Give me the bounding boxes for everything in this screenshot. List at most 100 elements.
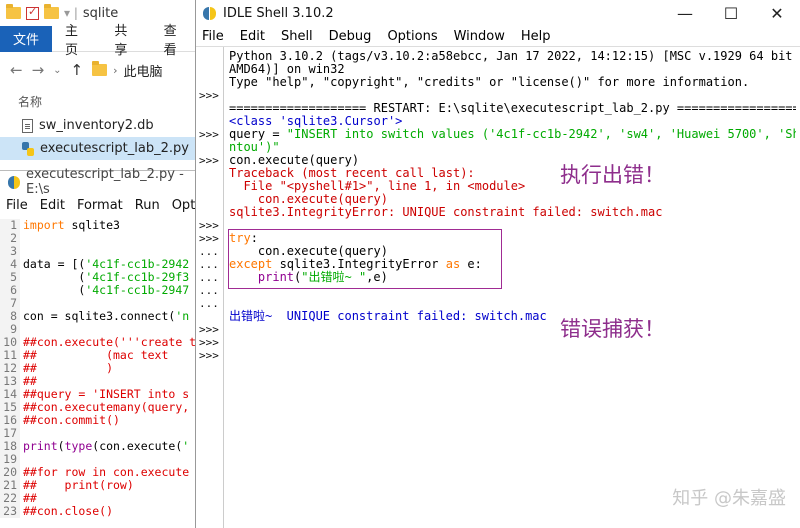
code-token: ' <box>182 439 190 453</box>
annotation-caught: 错误捕获！ <box>560 317 665 341</box>
editor-menu-file[interactable]: File <box>6 198 28 213</box>
shell-prompt: >>> <box>199 128 219 141</box>
code-token: ## (mac text <box>23 348 176 362</box>
prompt-gutter: >>> >>> >>> >>> >>>............... >>> >>> >>> <box>196 47 224 528</box>
folder-icon <box>6 4 21 19</box>
output-token: sqlite3.IntegrityError: UNIQUE constrain… <box>229 205 663 219</box>
code-token: con = sqlite3.connect( <box>23 309 176 323</box>
code-line[interactable]: 23 ##con.close() <box>0 505 198 518</box>
code-token: print <box>23 439 58 453</box>
annotation-error: 执行出错！ <box>560 163 665 187</box>
file-item[interactable]: executescript_lab_2.py <box>0 137 200 160</box>
code-line[interactable]: 1 import sqlite3 <box>0 219 198 232</box>
shell-menu-file[interactable]: File <box>202 29 224 44</box>
code-token: 'n <box>175 309 190 323</box>
editor-titlebar: executescript_lab_2.py - E:\s <box>0 167 198 197</box>
code-token: type <box>64 439 93 453</box>
ribbon-tab-share[interactable]: 共享 <box>101 20 150 58</box>
explorer-ribbon: 文件 主页 共享 查看 <box>0 24 200 58</box>
code-token: data = [( <box>23 257 86 271</box>
file-item[interactable]: sw_inventory2.db <box>0 114 200 137</box>
shell-title: IDLE Shell 3.10.2 <box>223 5 334 21</box>
code-token: ## <box>23 374 37 388</box>
code-token: '4c1f-cc1b-2947 <box>85 283 190 297</box>
code-token: '4c1f-cc1b-2942 <box>85 257 190 271</box>
shell-prompt: >>> <box>199 219 219 232</box>
code-token: ##for row in con.execute <box>23 465 190 479</box>
code-line[interactable]: 8 con = sqlite3.connect('n <box>0 310 198 323</box>
code-line[interactable]: 6 ('4c1f-cc1b-2947 <box>0 284 198 297</box>
shell-menu-shell[interactable]: Shell <box>281 29 313 44</box>
code-line[interactable]: 16 ##con.commit() <box>0 414 198 427</box>
shell-menubar: File Edit Shell Debug Options Window Hel… <box>196 26 800 46</box>
output-token: ntou')" <box>229 140 280 154</box>
address-bar[interactable]: › 此电脑 <box>92 61 163 80</box>
address-folder-icon <box>92 61 108 76</box>
shell-prompt: >>> <box>199 349 219 362</box>
shell-menu-window[interactable]: Window <box>454 29 505 44</box>
minimize-icon[interactable]: — <box>662 0 708 26</box>
code-token: ## <box>23 491 37 505</box>
idle-editor-window: executescript_lab_2.py - E:\s File Edit … <box>0 167 198 528</box>
python-feather-icon <box>8 175 21 189</box>
shell-prompt: ... <box>199 245 219 258</box>
output-token: con.execute(query) <box>229 192 388 206</box>
line-code: con = sqlite3.connect('n <box>20 310 189 323</box>
address-chevron-icon: › <box>113 63 118 77</box>
shell-prompt: >>> <box>199 336 219 349</box>
code-token: sqlite3 <box>64 219 120 232</box>
shell-prompt: >>> <box>199 232 219 245</box>
column-header-name[interactable]: 名称 <box>0 88 200 114</box>
editor-menu-format[interactable]: Format <box>77 198 123 213</box>
close-icon[interactable]: ✕ <box>754 0 800 26</box>
editor-menu-edit[interactable]: Edit <box>40 198 65 213</box>
shell-menu-edit[interactable]: Edit <box>240 29 265 44</box>
output-token: query = <box>229 127 287 141</box>
code-line[interactable]: 18 print(type(con.execute(' <box>0 440 198 453</box>
shell-prompt: >>> <box>199 154 219 167</box>
code-line[interactable]: 2 <box>0 232 198 245</box>
shell-output[interactable]: Python 3.10.2 (tags/v3.10.2:a58ebcc, Jan… <box>229 50 796 528</box>
maximize-icon[interactable]: ☐ <box>708 0 754 26</box>
code-token: ( <box>23 283 86 297</box>
new-folder-icon[interactable] <box>44 4 59 19</box>
code-token: (con.execute( <box>92 439 183 453</box>
shell-menu-options[interactable]: Options <box>387 29 437 44</box>
line-number: 23 <box>0 505 20 518</box>
up-arrow-icon[interactable]: ↑ <box>71 61 84 79</box>
back-arrow-icon[interactable]: ← <box>10 61 23 79</box>
file-name: executescript_lab_2.py <box>40 141 189 156</box>
address-text: 此电脑 <box>123 64 163 80</box>
python-file-icon <box>22 141 34 156</box>
code-token: ##query = 'INSERT into s <box>23 387 190 401</box>
line-code: ##con.close() <box>20 505 113 518</box>
code-token: ##con.executemany(query, <box>23 400 190 414</box>
output-token: Type "help", "copyright", "credits" or "… <box>229 75 750 89</box>
shell-prompt: ... <box>199 271 219 284</box>
ribbon-file-tab[interactable]: 文件 <box>0 25 53 52</box>
ribbon-tab-home[interactable]: 主页 <box>52 20 101 58</box>
shell-prompt: ... <box>199 297 219 310</box>
quick-access-dropdown-icon[interactable]: ▾ | <box>64 6 78 20</box>
shell-menu-help[interactable]: Help <box>521 29 551 44</box>
editor-menu-run[interactable]: Run <box>135 198 160 213</box>
output-token: con.execute(query) <box>229 153 360 167</box>
recent-dropdown-icon[interactable]: ⌄ <box>53 65 61 76</box>
file-name: sw_inventory2.db <box>39 118 154 133</box>
database-file-icon <box>22 118 33 133</box>
output-token: 出错啦~ UNIQUE constraint failed: switch.ma… <box>229 309 547 323</box>
shell-prompt: >>> <box>199 323 219 336</box>
editor-code-area[interactable]: 1 import sqlite3 2 3 4 data = [('4c1f-cc1b-29… <box>0 219 198 528</box>
shell-prompt: ... <box>199 258 219 271</box>
shell-menu-debug[interactable]: Debug <box>329 29 372 44</box>
ribbon-tab-view[interactable]: 查看 <box>151 20 200 58</box>
desktop: ▾ | sqlite 文件 主页 共享 查看 ← → ⌄ ↑ › 此电脑 名称 … <box>0 0 800 528</box>
code-token: ( <box>57 439 65 453</box>
line-code: ##con.commit() <box>20 414 120 427</box>
line-code: print(type(con.execute(' <box>20 440 189 453</box>
window-controls: — ☐ ✕ <box>662 0 800 26</box>
properties-icon[interactable] <box>26 5 39 20</box>
line-code: import sqlite3 <box>20 219 120 232</box>
forward-arrow-icon[interactable]: → <box>32 61 45 79</box>
watermark: 知乎 @朱嘉盛 <box>672 488 786 509</box>
